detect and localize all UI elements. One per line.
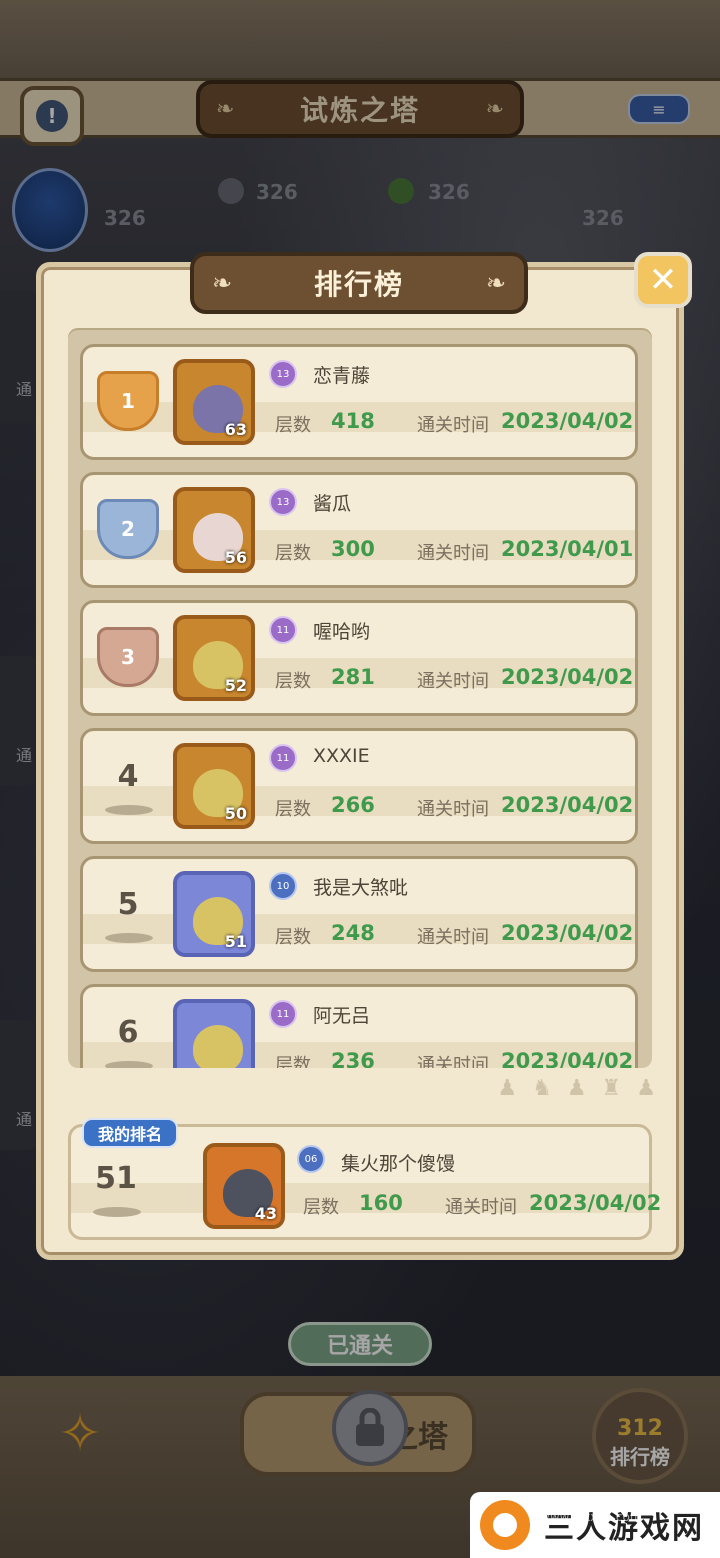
- player-name: 阿无吕: [313, 1005, 371, 1027]
- clear-date: 2023/04/02: [501, 409, 634, 433]
- rank-badge-icon: 13: [269, 360, 297, 388]
- close-button[interactable]: ✕: [634, 252, 692, 308]
- player-name: XXXIE: [313, 745, 370, 767]
- ranking-row[interactable]: 5 51 10 我是大煞吡 层数 248 通关时间 2023/04/02: [80, 856, 638, 972]
- floors-label: 层数: [275, 927, 311, 948]
- player-name: 我是大煞吡: [313, 877, 409, 899]
- floors-value: 418: [331, 409, 375, 433]
- my-rank-tag: 我的排名: [82, 1118, 178, 1148]
- floors-value: 236: [331, 1049, 375, 1068]
- avatar: 52: [173, 615, 255, 701]
- avatar: 51: [173, 871, 255, 957]
- leaderboard-title: 排行榜: [313, 268, 404, 301]
- bronze-medal-icon: 3: [97, 627, 159, 687]
- ranking-row[interactable]: 4 50 11 XXXIE 层数 266 通关时间 2023/04/02: [80, 728, 638, 844]
- ranking-row[interactable]: 6 11 阿无吕 层数 236 通关时间 2023/04/02: [80, 984, 638, 1068]
- avatar: 43: [203, 1143, 285, 1229]
- avatar-level: 63: [224, 420, 247, 439]
- avatar: 50: [173, 743, 255, 829]
- close-icon: ✕: [648, 260, 678, 300]
- rank-number: 6: [117, 1015, 139, 1050]
- avatar-level: 56: [224, 548, 247, 567]
- time-label: 通关时间: [417, 1055, 489, 1068]
- ranking-row[interactable]: 2 56 13 酱瓜 层数 300 通关时间 2023/04/01: [80, 472, 638, 588]
- ranking-list[interactable]: 1 63 13 恋青藤 层数 418 通关时间 2023/04/02 2 56 …: [68, 328, 652, 1068]
- player-name: 酱瓜: [313, 493, 352, 515]
- floors-label: 层数: [275, 543, 311, 564]
- site-logo-icon: [480, 1500, 530, 1550]
- decorative-silhouettes: ♟ ♞ ♟ ♜ ♟: [497, 1076, 660, 1101]
- floors-value: 160: [359, 1191, 403, 1215]
- watermark-url: www.rskxxh.com: [540, 1510, 642, 1524]
- rank-pedestal: [105, 1061, 153, 1068]
- floors-value: 266: [331, 793, 375, 817]
- rank-badge-icon: 11: [269, 616, 297, 644]
- rank-number: 5: [117, 887, 139, 922]
- gold-medal-icon: 1: [97, 371, 159, 431]
- rank-pedestal: [93, 1207, 141, 1217]
- leaderboard-title-plate: ❧ 排行榜 ❧: [190, 252, 528, 314]
- time-label: 通关时间: [417, 543, 489, 564]
- my-rank-number: 51: [95, 1161, 137, 1196]
- clear-date: 2023/04/02: [501, 1049, 634, 1068]
- site-watermark: 三人游戏网: [470, 1492, 720, 1558]
- player-name: 喔哈哟: [313, 621, 371, 643]
- clear-date: 2023/04/01: [501, 537, 634, 561]
- floors-value: 300: [331, 537, 375, 561]
- time-label: 通关时间: [417, 671, 489, 692]
- swirl-icon: ❧: [485, 269, 506, 297]
- silver-medal-icon: 2: [97, 499, 159, 559]
- avatar: 63: [173, 359, 255, 445]
- character-portrait: [193, 1025, 243, 1068]
- avatar-level: 43: [254, 1204, 277, 1223]
- time-label: 通关时间: [417, 799, 489, 820]
- rank-badge-icon: 06: [297, 1145, 325, 1173]
- swirl-icon: ❧: [212, 269, 233, 297]
- floors-label: 层数: [275, 671, 311, 692]
- time-label: 通关时间: [417, 415, 489, 436]
- avatar: 56: [173, 487, 255, 573]
- floors-value: 281: [331, 665, 375, 689]
- floors-label: 层数: [275, 415, 311, 436]
- rank-pedestal: [105, 805, 153, 815]
- clear-date: 2023/04/02: [501, 921, 634, 945]
- time-label: 通关时间: [417, 927, 489, 948]
- floors-label: 层数: [275, 1055, 311, 1068]
- avatar-level: 52: [224, 676, 247, 695]
- floors-value: 248: [331, 921, 375, 945]
- time-label: 通关时间: [445, 1197, 517, 1218]
- player-name: 集火那个傻馒: [341, 1153, 456, 1175]
- floors-label: 层数: [275, 799, 311, 820]
- ranking-row[interactable]: 3 52 11 喔哈哟 层数 281 通关时间 2023/04/02: [80, 600, 638, 716]
- clear-date: 2023/04/02: [501, 793, 634, 817]
- player-name: 恋青藤: [313, 365, 371, 387]
- rank-pedestal: [105, 933, 153, 943]
- rank-number: 4: [117, 759, 139, 794]
- rank-badge-icon: 11: [269, 1000, 297, 1028]
- rank-badge-icon: 10: [269, 872, 297, 900]
- ranking-row[interactable]: 1 63 13 恋青藤 层数 418 通关时间 2023/04/02: [80, 344, 638, 460]
- rank-badge-icon: 13: [269, 488, 297, 516]
- avatar-level: 51: [224, 932, 247, 951]
- clear-date: 2023/04/02: [529, 1191, 662, 1215]
- rank-badge-icon: 11: [269, 744, 297, 772]
- clear-date: 2023/04/02: [501, 665, 634, 689]
- floors-label: 层数: [303, 1197, 339, 1218]
- avatar: [173, 999, 255, 1068]
- avatar-level: 50: [224, 804, 247, 823]
